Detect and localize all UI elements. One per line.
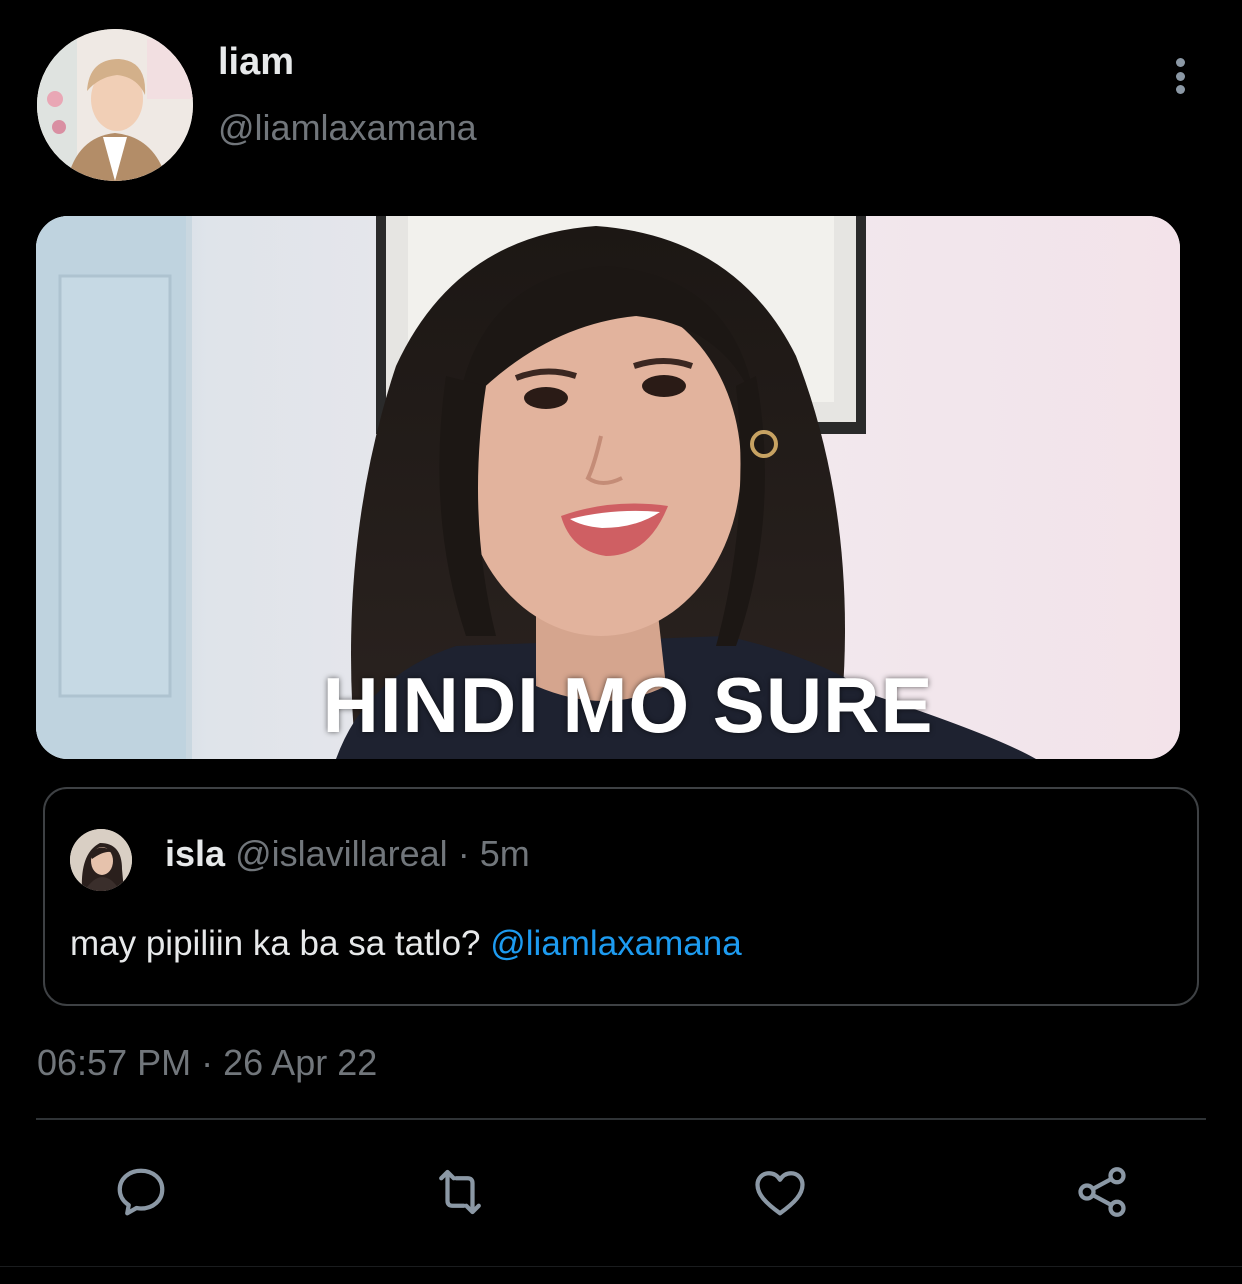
quoted-meta-separator: ·	[457, 833, 470, 874]
timestamp-date: 26 Apr 22	[223, 1042, 378, 1083]
reply-button[interactable]	[109, 1160, 173, 1224]
quoted-avatar-image	[70, 829, 132, 891]
retweet-button[interactable]	[428, 1160, 492, 1224]
comment-icon	[117, 1168, 165, 1216]
media-caption: HINDI MO SURE	[322, 661, 934, 749]
quoted-author-avatar[interactable]	[70, 829, 132, 891]
retweet-icon	[439, 1169, 481, 1215]
quoted-handle[interactable]: @islavillareal	[235, 833, 448, 874]
quoted-text-body: may pipiliin ka ba sa tatlo?	[70, 924, 491, 963]
timestamp-time: 06:57 PM	[37, 1042, 192, 1083]
more-options-button[interactable]	[1160, 52, 1200, 100]
share-icon	[1078, 1167, 1126, 1217]
quoted-tweet-text: may pipiliin ka ba sa tatlo? @liamlaxama…	[70, 921, 742, 967]
heart-icon	[755, 1171, 805, 1216]
quoted-time-ago: 5m	[479, 833, 530, 874]
timestamp-separator: ·	[201, 1042, 214, 1083]
quoted-mention-link[interactable]: @liamlaxamana	[490, 924, 741, 963]
like-button[interactable]	[748, 1160, 812, 1224]
more-dot-icon	[1175, 85, 1185, 94]
divider	[36, 1118, 1206, 1120]
bottom-divider	[0, 1266, 1242, 1267]
quoted-display-name[interactable]: isla	[165, 833, 225, 874]
more-dot-icon	[1175, 58, 1185, 67]
author-display-name[interactable]: liam	[218, 38, 294, 86]
tweet-media[interactable]: HINDI MO SURE	[36, 216, 1180, 759]
tweet-detail: liam @liamlaxamana HINDI MO SURE isla @i…	[0, 0, 1242, 1284]
quoted-tweet-meta: isla @islavillareal · 5m	[165, 831, 530, 877]
author-avatar[interactable]	[37, 29, 193, 181]
tweet-timestamp[interactable]: 06:57 PM · 26 Apr 22	[37, 1040, 377, 1086]
author-handle[interactable]: @liamlaxamana	[218, 104, 477, 152]
author-avatar-image	[37, 29, 193, 181]
share-button[interactable]	[1070, 1160, 1134, 1224]
quoted-tweet[interactable]: isla @islavillareal · 5m may pipiliin ka…	[43, 787, 1199, 1006]
more-dot-icon	[1175, 71, 1185, 81]
